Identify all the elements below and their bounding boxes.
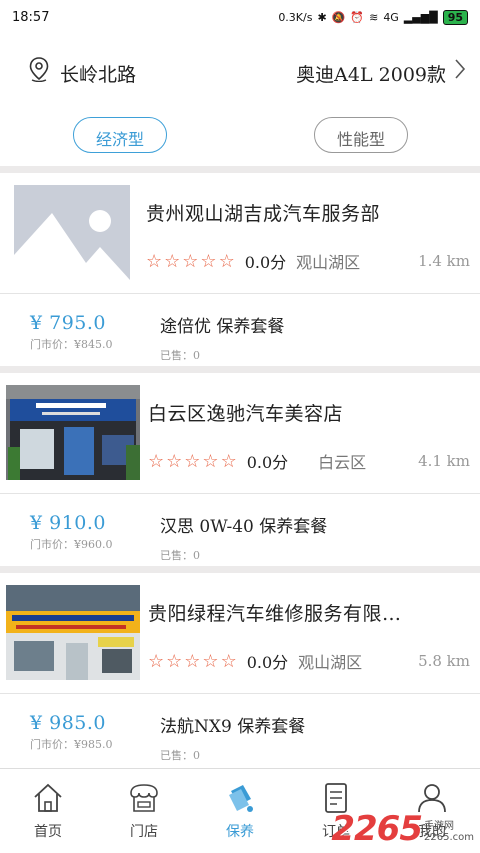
- status-icons: 0.3K/s ✱ 🔕 ⏰ ≋ 4G ▂▄▆█ 95: [278, 9, 468, 25]
- chevron-right-icon[interactable]: [454, 58, 466, 80]
- status-time: 18:57: [12, 9, 50, 25]
- market-price: 门市价：¥985.0: [30, 738, 113, 751]
- image-placeholder-icon: [14, 185, 130, 280]
- tab-label: 首页: [34, 824, 62, 840]
- shop-name: 贵阳绿程汽车维修服务有限…: [148, 603, 402, 625]
- shop-card[interactable]: 白云区逸驰汽车美容店 ☆ ☆ ☆ ☆ ☆ 0.0分 白云区 4.1 km: [0, 373, 480, 493]
- star-icon: ☆: [148, 650, 165, 672]
- location-name: 长岭北路: [60, 63, 137, 86]
- sold-count: 已售：0: [160, 549, 200, 562]
- star-icon: ☆: [182, 250, 199, 272]
- section-separator: [0, 166, 480, 173]
- tab-home[interactable]: 首页: [0, 769, 96, 853]
- shop-score: 0.0分: [246, 653, 289, 672]
- store-icon: [130, 784, 158, 812]
- deal-item[interactable]: ¥ 795.0 门市价：¥845.0 途倍优 保养套餐 已售：0: [0, 294, 480, 366]
- location-bar: 长岭北路 奥迪A4L 2009款: [0, 34, 480, 104]
- shop-score: 0.0分: [246, 453, 289, 472]
- shop-district: 观山湖区: [296, 253, 361, 272]
- shop-score: 0.0分: [244, 253, 287, 272]
- battery-level: 95: [442, 9, 468, 25]
- tab-label: 保养: [226, 824, 254, 840]
- signal-label: 4G: [383, 10, 399, 24]
- deal-title: 法航NX9 保养套餐: [160, 717, 306, 737]
- economy-type-button[interactable]: 经济型: [73, 117, 167, 153]
- shop-photo: [6, 385, 140, 480]
- performance-type-button[interactable]: 性能型: [314, 117, 408, 153]
- star-icon: ☆: [166, 650, 183, 672]
- star-icon: ☆: [164, 250, 181, 272]
- rating-stars: ☆ ☆ ☆ ☆ ☆: [148, 651, 237, 672]
- tab-store[interactable]: 门店: [96, 769, 192, 853]
- tab-label: 门店: [130, 824, 158, 840]
- deal-item[interactable]: ¥ 985.0 门市价：¥985.0 法航NX9 保养套餐 已售：0: [0, 694, 480, 766]
- deal-price: ¥ 795.0: [30, 312, 107, 334]
- location-pin-icon: [29, 57, 49, 82]
- shop-photo-image: [6, 585, 140, 680]
- market-price: 门市价：¥960.0: [30, 538, 113, 551]
- shop-card[interactable]: 贵阳绿程汽车维修服务有限… ☆ ☆ ☆ ☆ ☆ 0.0分 观山湖区 5.8 km: [0, 573, 480, 693]
- net-speed: 0.3K/s: [278, 10, 313, 24]
- bottom-tab-bar: 首页 门店 保养 订单 我的 2265 手游网 2265.com: [0, 768, 480, 853]
- type-toggle: 经济型 性能型: [0, 104, 480, 166]
- tab-maintenance[interactable]: 保养: [192, 769, 288, 853]
- shop-image-placeholder: [14, 185, 130, 280]
- location-selector[interactable]: 长岭北路: [28, 56, 136, 86]
- sold-count: 已售：0: [160, 749, 200, 762]
- deal-title: 途倍优 保养套餐: [160, 317, 285, 337]
- sold-count: 已售：0: [160, 349, 200, 362]
- watermark-domain: 2265.com: [424, 832, 474, 843]
- rating-stars: ☆ ☆ ☆ ☆ ☆: [146, 251, 235, 272]
- star-icon: ☆: [146, 250, 163, 272]
- shop-distance: 4.1 km: [418, 452, 470, 470]
- shop-district: 白云区: [318, 453, 367, 472]
- star-icon: ☆: [218, 250, 235, 272]
- alarm-icon: ⏰: [350, 10, 365, 24]
- market-price: 门市价：¥845.0: [30, 338, 113, 351]
- section-separator: [0, 566, 480, 573]
- star-icon: ☆: [184, 650, 201, 672]
- watermark-number: 2265: [331, 809, 423, 849]
- shop-photo-image: [6, 385, 140, 480]
- star-icon: ☆: [202, 650, 219, 672]
- status-bar: 18:57 0.3K/s ✱ 🔕 ⏰ ≋ 4G ▂▄▆█ 95: [0, 0, 480, 34]
- bluetooth-icon: ✱: [317, 10, 327, 24]
- star-icon: ☆: [166, 450, 183, 472]
- shop-name: 白云区逸驰汽车美容店: [148, 403, 344, 425]
- deal-item[interactable]: ¥ 910.0 门市价：¥960.0 汉思 0W-40 保养套餐 已售：0: [0, 494, 480, 566]
- deal-title: 汉思 0W-40 保养套餐: [160, 517, 328, 537]
- shop-distance: 5.8 km: [418, 652, 470, 670]
- wifi-icon: ≋: [369, 10, 379, 24]
- shop-photo: [6, 585, 140, 680]
- shop-card[interactable]: 贵州观山湖吉成汽车服务部 ☆ ☆ ☆ ☆ ☆ 0.0分 观山湖区 1.4 km: [0, 173, 480, 293]
- maintenance-icon: [229, 785, 253, 812]
- deal-price: ¥ 985.0: [30, 712, 107, 734]
- star-icon: ☆: [202, 450, 219, 472]
- shop-district: 观山湖区: [298, 653, 363, 672]
- watermark-text: 手游网: [424, 821, 454, 832]
- shop-distance: 1.4 km: [418, 252, 470, 270]
- star-icon: ☆: [184, 450, 201, 472]
- deal-price: ¥ 910.0: [30, 512, 107, 534]
- signal-bars-icon: ▂▄▆█: [403, 10, 438, 24]
- home-icon: [34, 783, 62, 812]
- rating-stars: ☆ ☆ ☆ ☆ ☆: [148, 451, 237, 472]
- star-icon: ☆: [148, 450, 165, 472]
- site-watermark: 2265 手游网 2265.com: [331, 809, 474, 849]
- star-icon: ☆: [220, 650, 237, 672]
- car-model[interactable]: 奥迪A4L 2009款: [296, 60, 446, 87]
- star-icon: ☆: [220, 450, 237, 472]
- shop-name: 贵州观山湖吉成汽车服务部: [146, 203, 381, 225]
- mute-icon: 🔕: [331, 10, 346, 24]
- section-separator: [0, 366, 480, 373]
- star-icon: ☆: [200, 250, 217, 272]
